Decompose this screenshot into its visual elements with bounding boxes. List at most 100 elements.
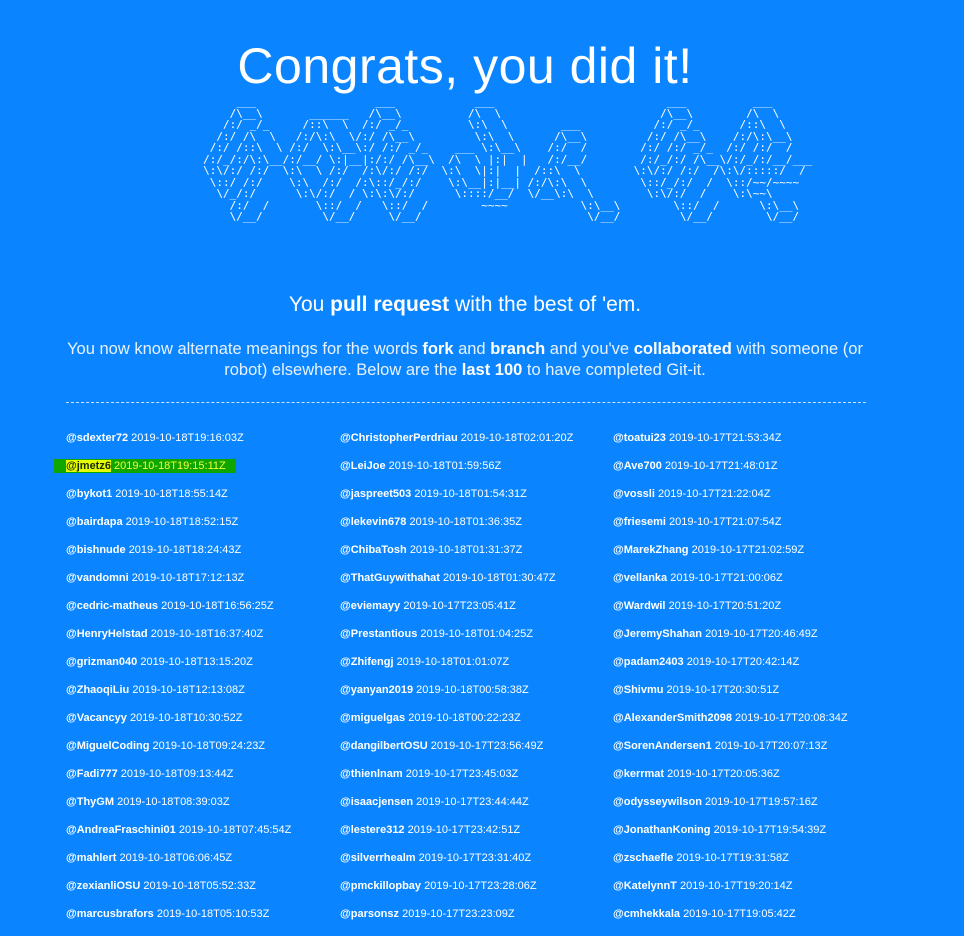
username-link[interactable]: @ChristopherPerdriau [340, 432, 458, 444]
completion-entry: @miguelgas 2019-10-18T00:22:23Z [340, 711, 620, 739]
completion-entry: @lestere312 2019-10-17T23:42:51Z [340, 823, 620, 851]
desc-bold-last-100: last 100 [461, 361, 523, 379]
completion-entry: @cedric-matheus 2019-10-18T16:56:25Z [66, 599, 346, 627]
username-link[interactable]: @JeremyShahan [613, 628, 702, 640]
username-link[interactable]: @Zhifengj [340, 656, 394, 668]
completion-entry: @dangilbertOSU 2019-10-17T23:56:49Z [340, 739, 620, 767]
username-link[interactable]: @Vacancyy [66, 712, 127, 724]
completion-entry: @Zhifengj 2019-10-18T01:01:07Z [340, 655, 620, 683]
completion-entry: @vandomni 2019-10-18T17:12:13Z [66, 571, 346, 599]
username-link[interactable]: @jmetz6 [66, 460, 111, 472]
username-link[interactable]: @odysseywilson [613, 796, 702, 808]
username-link[interactable]: @friesemi [613, 516, 666, 528]
completions-column-2: @ChristopherPerdriau 2019-10-18T02:01:20… [340, 431, 620, 935]
username-link[interactable]: @AndreaFraschini01 [66, 824, 176, 836]
completion-timestamp: 2019-10-17T19:05:42Z [683, 908, 796, 920]
completion-timestamp: 2019-10-17T20:08:34Z [735, 712, 848, 724]
completion-timestamp: 2019-10-18T01:01:07Z [396, 656, 510, 668]
completion-timestamp: 2019-10-17T20:51:20Z [668, 600, 782, 612]
completion-timestamp: 2019-10-17T20:07:13Z [714, 740, 828, 752]
username-link[interactable]: @vossli [613, 488, 655, 500]
username-link[interactable]: @marcusbrafors [66, 908, 154, 920]
username-link[interactable]: @ZhaoqiLiu [66, 684, 129, 696]
username-link[interactable]: @ThatGuywithahat [340, 572, 440, 584]
username-link[interactable]: @zschaefle [613, 852, 673, 864]
username-link[interactable]: @Fadi777 [66, 768, 118, 780]
username-link[interactable]: @Wardwil [613, 600, 666, 612]
username-link[interactable]: @AlexanderSmith2098 [613, 712, 732, 724]
username-link[interactable]: @padam2403 [613, 656, 684, 668]
tagline-suffix: with the best of 'em. [449, 293, 642, 316]
username-link[interactable]: @toatui23 [613, 432, 666, 444]
completion-entry: @silverrhealm 2019-10-17T23:31:40Z [340, 851, 620, 879]
username-link[interactable]: @Shivmu [613, 684, 663, 696]
username-link[interactable]: @jaspreet503 [340, 488, 411, 500]
completion-entry: @eviemayy 2019-10-17T23:05:41Z [340, 599, 620, 627]
username-link[interactable]: @zexianliOSU [66, 880, 140, 892]
username-link[interactable]: @MiguelCoding [66, 740, 149, 752]
username-link[interactable]: @MarekZhang [613, 544, 689, 556]
username-link[interactable]: @dangilbertOSU [340, 740, 428, 752]
username-link[interactable]: @mahlert [66, 852, 116, 864]
completion-timestamp: 2019-10-18T01:54:31Z [414, 488, 527, 500]
username-link[interactable]: @yanyan2019 [340, 684, 413, 696]
ascii-art-banner: ___ ___ ___ ___ ___ /\__\ ______ /\__\ /… [203, 95, 813, 223]
completion-timestamp: 2019-10-17T23:31:40Z [418, 852, 532, 864]
username-link[interactable]: @vandomni [66, 572, 129, 584]
username-link[interactable]: @lestere312 [340, 824, 405, 836]
username-link[interactable]: @isaacjensen [340, 796, 413, 808]
completion-timestamp: 2019-10-17T23:56:49Z [430, 740, 544, 752]
username-link[interactable]: @HenryHelstad [66, 628, 148, 640]
completion-timestamp: 2019-10-17T20:05:36Z [667, 768, 780, 780]
completion-entry: @cmhekkala 2019-10-17T19:05:42Z [613, 907, 893, 935]
completion-timestamp: 2019-10-18T16:56:25Z [161, 600, 274, 612]
username-link[interactable]: @thienlnam [340, 768, 403, 780]
completion-timestamp: 2019-10-18T18:24:43Z [128, 544, 242, 556]
username-link[interactable]: @silverrhealm [340, 852, 416, 864]
completion-timestamp: 2019-10-17T19:54:39Z [713, 824, 827, 836]
completion-timestamp: 2019-10-18T19:15:11Z [114, 460, 226, 472]
desc-text-2: and [453, 340, 491, 358]
completion-entry: @kerrmat 2019-10-17T20:05:36Z [613, 767, 893, 795]
username-link[interactable]: @JonathanKoning [613, 824, 711, 836]
username-link[interactable]: @bykot1 [66, 488, 112, 500]
username-link[interactable]: @Ave700 [613, 460, 662, 472]
username-link[interactable]: @bishnude [66, 544, 126, 556]
completion-entry: @parsonsz 2019-10-17T23:23:09Z [340, 907, 620, 935]
completion-timestamp: 2019-10-17T21:53:34Z [668, 432, 782, 444]
username-link[interactable]: @ThyGM [66, 796, 114, 808]
username-link[interactable]: @KatelynnT [613, 880, 677, 892]
username-link[interactable]: @LeiJoe [340, 460, 386, 472]
completion-entry: @MarekZhang 2019-10-17T21:02:59Z [613, 543, 893, 571]
completion-timestamp: 2019-10-18T01:30:47Z [443, 572, 556, 584]
completion-entry: @Shivmu 2019-10-17T20:30:51Z [613, 683, 893, 711]
completions-column-3: @toatui23 2019-10-17T21:53:34Z @Ave700 20… [613, 431, 893, 935]
username-link[interactable]: @cmhekkala [613, 908, 680, 920]
completion-timestamp: 2019-10-18T01:04:25Z [420, 628, 533, 640]
username-link[interactable]: @vellanka [613, 572, 667, 584]
completion-timestamp: 2019-10-18T06:06:45Z [119, 852, 233, 864]
completion-entry: @vossli 2019-10-17T21:22:04Z [613, 487, 893, 515]
username-link[interactable]: @lekevin678 [340, 516, 406, 528]
username-link[interactable]: @kerrmat [613, 768, 664, 780]
dashed-divider [66, 402, 866, 403]
username-link[interactable]: @eviemayy [340, 600, 400, 612]
username-link[interactable]: @grizman040 [66, 656, 137, 668]
completion-entry: @jaspreet503 2019-10-18T01:54:31Z [340, 487, 620, 515]
username-link[interactable]: @SorenAndersen1 [613, 740, 712, 752]
completion-timestamp: 2019-10-17T19:57:16Z [705, 796, 818, 808]
username-link[interactable]: @sdexter72 [66, 432, 128, 444]
username-link[interactable]: @bairdapa [66, 516, 123, 528]
completion-entry: @ThatGuywithahat 2019-10-18T01:30:47Z [340, 571, 620, 599]
completion-entry: @SorenAndersen1 2019-10-17T20:07:13Z [613, 739, 893, 767]
username-link[interactable]: @pmckillopbay [340, 880, 421, 892]
desc-text-5: to have completed Git-it. [522, 361, 706, 379]
completion-timestamp: 2019-10-17T19:31:58Z [676, 852, 789, 864]
username-link[interactable]: @parsonsz [340, 908, 399, 920]
username-link[interactable]: @ChibaTosh [340, 544, 407, 556]
username-link[interactable]: @cedric-matheus [66, 600, 158, 612]
username-link[interactable]: @Prestantious [340, 628, 417, 640]
completion-timestamp: 2019-10-18T13:15:20Z [140, 656, 253, 668]
username-link[interactable]: @miguelgas [340, 712, 405, 724]
completion-entry: @HenryHelstad 2019-10-18T16:37:40Z [66, 627, 346, 655]
